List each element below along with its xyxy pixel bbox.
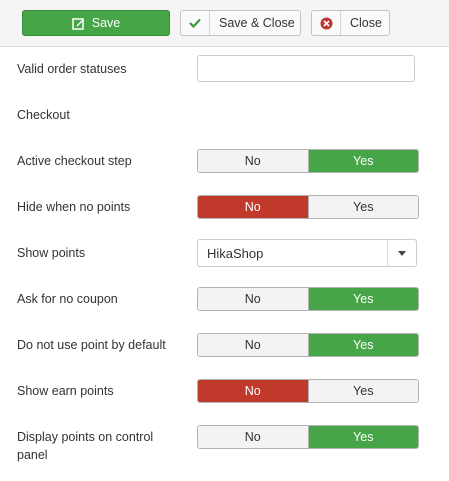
valid-order-statuses-label: Valid order statuses [17, 62, 127, 76]
do-not-use-point-by-default-toggle: No Yes [197, 333, 419, 357]
show-points-value: HikaShop [207, 245, 264, 261]
do-not-use-point-by-default-label: Do not use point by default [17, 338, 166, 352]
edit-icon [72, 17, 85, 30]
checkout-heading: Checkout [17, 108, 70, 122]
save-and-close-label: Save & Close [219, 16, 295, 30]
do-not-use-point-by-default-yes[interactable]: Yes [308, 334, 418, 356]
ask-for-no-coupon-no[interactable]: No [198, 288, 309, 310]
active-checkout-step-no[interactable]: No [198, 150, 309, 172]
hide-when-no-points-yes[interactable]: Yes [308, 196, 418, 218]
close-label: Close [350, 16, 382, 30]
save-button[interactable]: Save [22, 10, 170, 36]
check-icon [181, 11, 210, 35]
hide-when-no-points-toggle: No Yes [197, 195, 419, 219]
hide-when-no-points-no[interactable]: No [198, 196, 309, 218]
show-points-select[interactable]: HikaShop [197, 239, 417, 267]
display-points-on-control-panel-yes[interactable]: Yes [308, 426, 418, 448]
cancel-circle-icon [312, 11, 341, 35]
active-checkout-step-yes[interactable]: Yes [308, 150, 418, 172]
show-points-label: Show points [17, 246, 86, 260]
display-points-on-control-panel-no[interactable]: No [198, 426, 309, 448]
display-points-on-control-panel-toggle: No Yes [197, 425, 419, 449]
active-checkout-step-toggle: No Yes [197, 149, 419, 173]
show-earn-points-label: Show earn points [17, 384, 114, 398]
save-label: Save [91, 16, 121, 30]
close-button[interactable]: Close [311, 10, 390, 36]
toolbar: Save Save & Close Close [0, 0, 449, 47]
show-earn-points-toggle: No Yes [197, 379, 419, 403]
ask-for-no-coupon-label: Ask for no coupon [17, 292, 118, 306]
valid-order-statuses-input[interactable] [197, 55, 415, 82]
save-and-close-button[interactable]: Save & Close [180, 10, 301, 36]
show-earn-points-yes[interactable]: Yes [308, 380, 418, 402]
ask-for-no-coupon-toggle: No Yes [197, 287, 419, 311]
display-points-on-control-panel-label: Display points on control panel [17, 430, 154, 462]
active-checkout-step-label: Active checkout step [17, 154, 132, 168]
hide-when-no-points-label: Hide when no points [17, 200, 131, 214]
do-not-use-point-by-default-no[interactable]: No [198, 334, 309, 356]
ask-for-no-coupon-yes[interactable]: Yes [308, 288, 418, 310]
caret-down-icon[interactable] [387, 240, 416, 266]
show-earn-points-no[interactable]: No [198, 380, 309, 402]
